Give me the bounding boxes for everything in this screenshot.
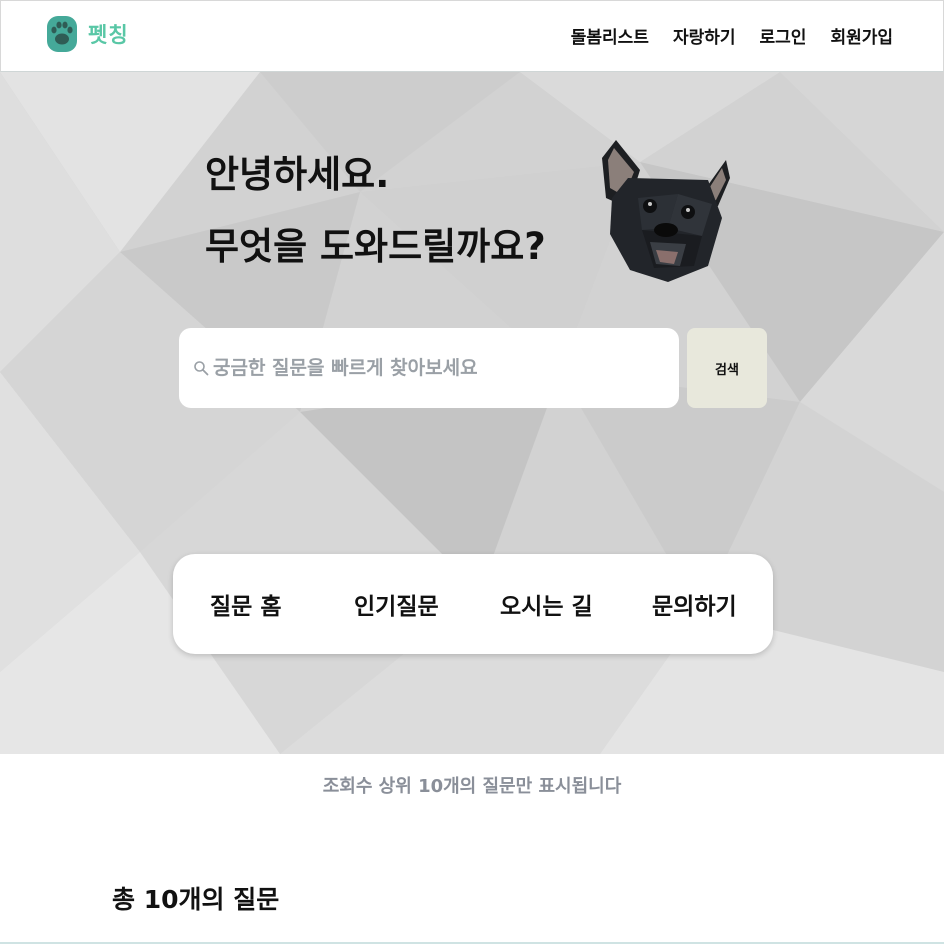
top-nav: 돌봄리스트 자랑하기 로그인 회원가입: [571, 23, 893, 48]
paw-icon: [47, 16, 77, 52]
search-box[interactable]: [179, 328, 679, 408]
bulldog-illustration: [602, 140, 730, 282]
menu-popular-questions[interactable]: 인기질문: [354, 587, 439, 621]
greeting: 안녕하세요. 무엇을 도와드릴까요?: [205, 150, 546, 294]
question-menu: 질문 홈 인기질문 오시는 길 문의하기: [173, 554, 773, 654]
nav-signup[interactable]: 회원가입: [830, 23, 893, 48]
greeting-line-1: 안녕하세요.: [205, 153, 390, 196]
hero-section: 안녕하세요. 무엇을 도와드릴까요? 검색 질문 홈 인기질문 오시는 길 문의…: [0, 72, 944, 754]
greeting-line-2: 무엇을 도와드릴까요?: [205, 225, 546, 268]
nav-login[interactable]: 로그인: [760, 23, 807, 48]
logo-text: 펫칭: [88, 23, 129, 47]
menu-contact[interactable]: 문의하기: [652, 587, 737, 621]
nav-care-list[interactable]: 돌봄리스트: [571, 23, 649, 48]
nav-show-off[interactable]: 자랑하기: [673, 23, 736, 48]
total-questions-label: 총 10개의 질문: [112, 885, 280, 914]
divider: [0, 942, 944, 944]
search-input[interactable]: [213, 348, 673, 388]
top-questions-notice: 조회수 상위 10개의 질문만 표시됩니다: [322, 776, 622, 797]
menu-question-home[interactable]: 질문 홈: [210, 587, 282, 621]
header: 펫칭 돌봄리스트 자랑하기 로그인 회원가입: [0, 0, 944, 72]
search-button[interactable]: 검색: [687, 328, 767, 408]
search-icon: [194, 361, 209, 376]
logo[interactable]: 펫칭: [46, 15, 129, 53]
menu-directions[interactable]: 오시는 길: [500, 587, 593, 621]
